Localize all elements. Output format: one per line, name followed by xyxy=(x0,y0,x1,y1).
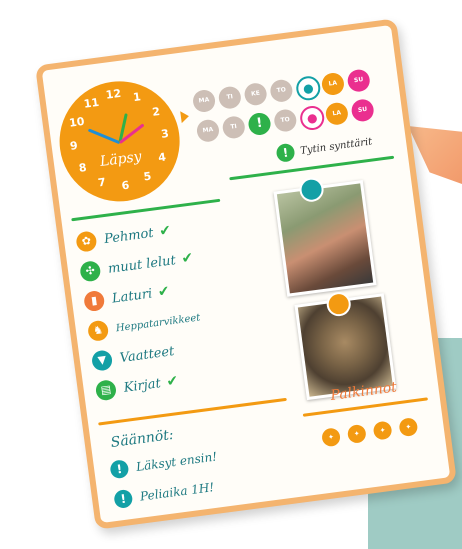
charger-icon: ▮ xyxy=(83,289,106,313)
check-icon: ✔ xyxy=(156,283,171,301)
list-item[interactable]: ▮ Laturi ✔ xyxy=(83,280,171,313)
rule-item: ! Läksyt ensin! xyxy=(109,447,218,480)
rule-text: Peliaika 1H! xyxy=(139,480,215,504)
clock-number: 3 xyxy=(160,126,170,141)
clock-number: 12 xyxy=(104,86,122,102)
rules-title: Säännöt: xyxy=(109,426,175,452)
check-icon: ✔ xyxy=(158,222,173,240)
clock-number: 4 xyxy=(157,150,167,165)
clock-number: 8 xyxy=(78,160,88,175)
family-board: 12 1 2 3 4 5 6 7 8 9 10 11 Läpsy MA TI K… xyxy=(35,18,457,530)
book-icon: ▤ xyxy=(94,379,118,402)
clock-number: 10 xyxy=(68,114,86,130)
exclamation-icon: ! xyxy=(109,459,130,480)
day-chip[interactable]: TI xyxy=(221,115,247,140)
reward-token[interactable]: ✦ xyxy=(346,423,367,445)
reward-token[interactable]: ✦ xyxy=(320,427,342,448)
clock-number: 6 xyxy=(120,178,131,193)
clock-name: Läpsy xyxy=(99,148,143,171)
list-item[interactable]: ▤ Kirjat ✔ xyxy=(94,370,180,403)
clock: 12 1 2 3 4 5 6 7 8 9 10 11 Läpsy xyxy=(52,74,187,209)
day-chip[interactable]: KE xyxy=(243,81,268,107)
father-daughter-image xyxy=(276,183,374,294)
birthday-note-text: Tytin synttärit xyxy=(299,135,373,157)
day-chip[interactable]: MA xyxy=(195,118,221,144)
horse-icon: ♞ xyxy=(86,319,110,343)
reward-token[interactable]: ✦ xyxy=(398,417,419,438)
person-teal-icon[interactable]: ● xyxy=(294,74,322,102)
clock-number: 2 xyxy=(151,104,161,119)
list-item-label: Kirjat xyxy=(122,375,162,396)
day-chip[interactable]: LA xyxy=(324,101,350,127)
list-item[interactable]: ✿ Pehmot ✔ xyxy=(75,220,172,254)
list-item-label: muut lelut xyxy=(107,252,177,277)
clock-number: 7 xyxy=(97,175,107,190)
day-chip[interactable]: LA xyxy=(320,71,346,97)
day-chip[interactable]: TI xyxy=(217,85,243,110)
person-pink-icon[interactable]: ● xyxy=(298,104,326,132)
list-item[interactable]: ♞ Heppatarvikkeet xyxy=(86,306,202,343)
list-item-label: Laturi xyxy=(111,285,154,307)
exclamation-icon: ! xyxy=(113,488,134,510)
divider-orange-right xyxy=(302,397,429,417)
day-chip[interactable]: TO xyxy=(272,108,298,133)
birthday-note: ! Tytin synttärit xyxy=(275,132,373,163)
exclamation-icon: ! xyxy=(275,142,296,163)
divider-orange-left xyxy=(98,397,287,426)
teddy-icon: ✿ xyxy=(75,230,98,253)
day-chip[interactable]: SU xyxy=(350,98,375,123)
list-item[interactable]: ✣ muut lelut ✔ xyxy=(79,247,195,284)
shirt-icon: ▼ xyxy=(90,349,114,372)
clock-number: 9 xyxy=(69,138,79,153)
clock-number: 1 xyxy=(132,90,142,105)
day-chip[interactable]: TO xyxy=(269,78,294,104)
reward-token[interactable]: ✦ xyxy=(372,420,393,441)
check-icon: ✔ xyxy=(180,249,195,268)
pinwheel-icon: ✣ xyxy=(79,260,102,283)
list-item[interactable]: ▼ Vaatteet xyxy=(90,340,176,373)
list-item-label: Heppatarvikkeet xyxy=(115,311,201,334)
list-item-label: Pehmot xyxy=(103,225,155,247)
rule-text: Läksyt ensin! xyxy=(135,449,218,474)
check-icon: ✔ xyxy=(165,372,180,391)
day-chip[interactable]: SU xyxy=(346,68,372,93)
divider-green-left xyxy=(71,198,221,222)
list-item-label: Vaatteet xyxy=(118,343,176,366)
rule-item: ! Peliaika 1H! xyxy=(113,478,215,510)
clock-number: 5 xyxy=(142,169,153,184)
clock-hand-blue xyxy=(87,128,121,145)
clock-number: 11 xyxy=(82,95,100,111)
family-photo[interactable] xyxy=(273,179,377,297)
clock-pointer-icon xyxy=(180,110,190,124)
exclamation-icon[interactable]: ! xyxy=(247,111,272,137)
day-chip[interactable]: MA xyxy=(191,88,217,114)
